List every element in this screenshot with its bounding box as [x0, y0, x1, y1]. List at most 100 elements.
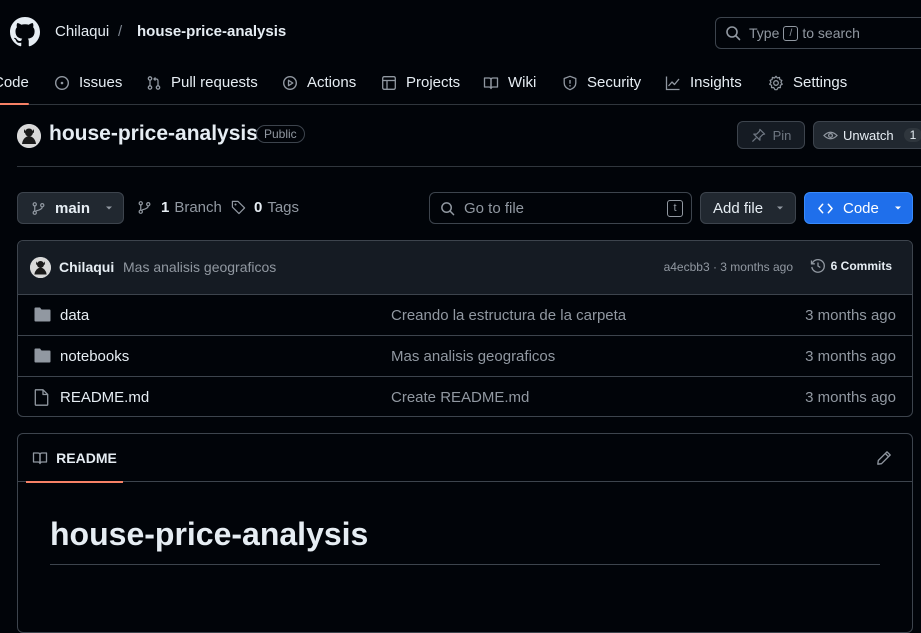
folder-icon: [34, 348, 51, 363]
branch-select-button[interactable]: main: [17, 192, 124, 224]
readme-heading: house-price-analysis: [50, 516, 369, 552]
file-icon: [34, 389, 49, 406]
breadcrumb-owner[interactable]: Chilaqui: [55, 23, 109, 40]
chevron-down-icon: [104, 203, 114, 213]
chevron-down-icon: [893, 203, 903, 213]
graph-icon: [665, 75, 690, 91]
commits-link[interactable]: 6 Commits: [810, 258, 892, 274]
commit-hash-date[interactable]: a4ecbb3 · 3 months ago: [664, 260, 793, 274]
tag-icon: [231, 200, 246, 215]
readme-tab[interactable]: README: [26, 434, 123, 483]
breadcrumb-repo[interactable]: house-price-analysis: [137, 23, 286, 40]
tab-label: Actions: [307, 74, 357, 91]
pull-request-icon: [146, 75, 171, 91]
search-icon: [440, 201, 455, 216]
tag-count: 0: [254, 199, 263, 216]
tag-count-label: Tags: [267, 199, 300, 216]
unwatch-label: Unwatch: [843, 127, 894, 143]
add-file-button[interactable]: Add file: [700, 192, 796, 224]
tab-label: Pull requests: [171, 74, 258, 91]
unwatch-button[interactable]: Unwatch 1: [813, 121, 921, 149]
tab-wiki[interactable]: Wiki: [483, 60, 536, 105]
commits-count-label: 6 Commits: [830, 259, 892, 273]
commit-author[interactable]: Chilaqui: [59, 259, 114, 275]
tab-pull-requests[interactable]: Pull requests: [146, 60, 258, 105]
chevron-down-icon: [775, 203, 785, 213]
file-commit-message[interactable]: Creando la estructura de la carpeta: [391, 307, 626, 324]
table-icon: [381, 75, 406, 91]
branch-icon: [31, 201, 46, 216]
branch-count-link[interactable]: 1 Branch: [137, 199, 222, 216]
global-header: Chilaqui / house-price-analysis Type / t…: [0, 0, 921, 105]
file-row[interactable]: data Creando la estructura de la carpeta…: [18, 295, 912, 336]
code-button[interactable]: Code: [804, 192, 913, 224]
go-to-file-placeholder: Go to file: [464, 199, 525, 217]
pin-icon: [751, 128, 766, 143]
code-icon: [817, 201, 834, 216]
tag-count-link[interactable]: 0 Tags: [231, 199, 299, 216]
readme-panel: README house-price-analysis: [17, 433, 913, 633]
search-icon: [716, 25, 749, 41]
search-shortcut-key: /: [783, 25, 799, 41]
tab-actions[interactable]: Actions: [282, 60, 356, 105]
tab-label: Insights: [690, 74, 742, 91]
tab-label: Projects: [406, 74, 461, 91]
file-commit-date: 3 months ago: [805, 307, 896, 324]
tab-label: Code: [0, 74, 29, 91]
tab-security[interactable]: Security: [562, 60, 641, 105]
repo-title-row: house-price-analysis Public Pin Unwatch …: [17, 120, 921, 152]
file-name[interactable]: notebooks: [60, 348, 129, 365]
code-button-label: Code: [843, 199, 879, 217]
tab-label: Wiki: [508, 74, 537, 91]
title-divider: [17, 166, 921, 167]
readme-heading-divider: [50, 564, 880, 565]
book-icon: [483, 75, 508, 91]
tab-label: Settings: [793, 74, 848, 91]
breadcrumb-separator: /: [118, 23, 123, 40]
edit-pencil-icon[interactable]: [876, 450, 892, 466]
add-file-label: Add file: [713, 199, 764, 217]
commit-author-avatar[interactable]: [30, 257, 51, 278]
tab-label: Issues: [79, 74, 123, 91]
issue-icon: [54, 75, 79, 91]
file-row[interactable]: README.md Create README.md 3 months ago: [18, 377, 912, 416]
tab-insights[interactable]: Insights: [665, 60, 742, 105]
file-row[interactable]: notebooks Mas analisis geograficos 3 mon…: [18, 336, 912, 377]
gear-icon: [768, 75, 793, 91]
tab-projects[interactable]: Projects: [381, 60, 460, 105]
file-name[interactable]: data: [60, 307, 89, 324]
go-to-file-input[interactable]: Go to file t: [429, 192, 692, 224]
tab-settings[interactable]: Settings: [768, 60, 847, 105]
file-commit-date: 3 months ago: [805, 389, 896, 406]
file-name[interactable]: README.md: [60, 389, 149, 406]
search-placeholder-suffix: to search: [802, 25, 860, 41]
tab-code[interactable]: Code: [0, 60, 29, 105]
commit-message[interactable]: Mas analisis geograficos: [123, 259, 276, 275]
github-logo-icon[interactable]: [10, 17, 40, 47]
tab-label: Security: [587, 74, 642, 91]
file-commit-message[interactable]: Mas analisis geograficos: [391, 348, 555, 365]
pin-label: Pin: [772, 127, 792, 143]
branch-count: 1: [161, 199, 170, 216]
latest-commit-bar: Chilaqui Mas analisis geograficos a4ecbb…: [18, 241, 912, 295]
tab-issues[interactable]: Issues: [54, 60, 122, 105]
search-placeholder-prefix: Type: [749, 25, 780, 41]
branch-count-label: Branch: [174, 199, 222, 216]
readme-header: README: [18, 434, 912, 483]
play-icon: [282, 75, 307, 91]
readme-tab-label: README: [56, 450, 117, 466]
history-icon: [810, 258, 826, 274]
file-commit-date: 3 months ago: [805, 348, 896, 365]
visibility-badge: Public: [256, 125, 305, 143]
pin-button[interactable]: Pin: [737, 121, 805, 149]
go-to-file-shortcut: t: [667, 200, 683, 217]
repo-nav-tabs: Code Issues Pull requests Actions Projec…: [0, 60, 921, 105]
global-search-input[interactable]: Type / to search: [715, 17, 921, 49]
watch-count: 1: [903, 128, 921, 142]
file-commit-message[interactable]: Create README.md: [391, 389, 529, 406]
repo-title[interactable]: house-price-analysis: [49, 122, 258, 146]
eye-icon: [823, 128, 838, 143]
active-tab-underline: [26, 481, 123, 483]
owner-avatar[interactable]: [17, 124, 41, 148]
file-browser: Chilaqui Mas analisis geograficos a4ecbb…: [17, 240, 913, 417]
